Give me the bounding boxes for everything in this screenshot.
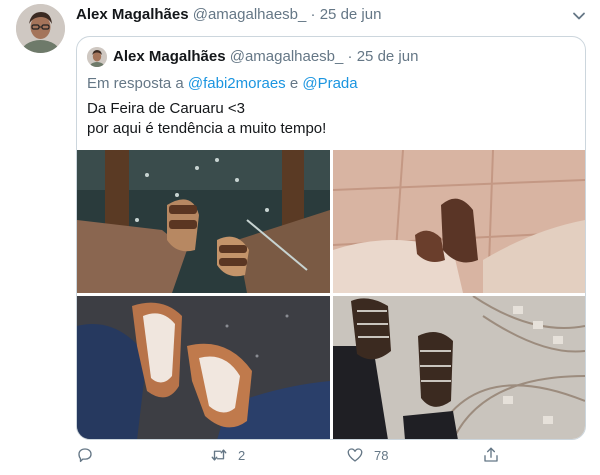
share-icon: [484, 447, 498, 462]
quoted-author-name: Alex Magalhães: [113, 48, 226, 65]
retweet-count: 2: [238, 447, 246, 463]
quoted-date: 25 de jun: [356, 48, 419, 65]
media-photo[interactable]: [333, 296, 585, 439]
reply-conjunction: e: [289, 75, 299, 92]
retweet-icon: [211, 449, 227, 461]
quoted-author-handle: @amagalhaesb_: [229, 48, 344, 65]
author-name[interactable]: Alex Magalhães: [76, 6, 189, 23]
quoted-header: Alex Magalhães @amagalhaesb_ · 25 de jun: [113, 48, 418, 65]
quoted-text-line: por aqui é tendência a muito tempo!: [87, 120, 327, 137]
media-grid: [77, 150, 585, 439]
author-handle[interactable]: @amagalhaesb_: [193, 6, 307, 23]
quoted-separator: ·: [347, 48, 353, 65]
quoted-tweet[interactable]: Alex Magalhães @amagalhaesb_ · 25 de jun…: [76, 36, 586, 440]
reply-user-link[interactable]: @Prada: [302, 75, 357, 92]
quoted-text-line: Da Feira de Caruaru <3: [87, 100, 245, 117]
tweet-date[interactable]: 25 de jun: [320, 6, 382, 23]
header-separator: ·: [310, 6, 316, 23]
media-photo[interactable]: [77, 296, 330, 439]
tweet-header: Alex Magalhães @amagalhaesb_ · 25 de jun: [76, 6, 381, 23]
quoted-author-avatar: [87, 47, 107, 67]
quoted-text: Da Feira de Caruaru <3 por aqui é tendên…: [87, 99, 326, 139]
author-avatar[interactable]: [16, 4, 65, 53]
reply-prefix: Em resposta a: [87, 75, 184, 92]
tweet-actions: 2 78: [76, 446, 516, 468]
media-photo[interactable]: [333, 150, 585, 293]
share-button[interactable]: [482, 446, 500, 464]
reply-context: Em resposta a @fabi2moraes e @Prada: [87, 75, 358, 92]
heart-icon: [347, 448, 363, 462]
reply-button[interactable]: [76, 446, 104, 464]
chevron-down-icon[interactable]: [571, 8, 587, 24]
reply-icon: [78, 448, 92, 463]
media-photo[interactable]: [77, 150, 330, 293]
like-count: 78: [374, 447, 389, 463]
tweet[interactable]: Alex Magalhães @amagalhaesb_ · 25 de jun…: [0, 0, 600, 475]
reply-user-link[interactable]: @fabi2moraes: [188, 75, 286, 92]
retweet-button[interactable]: 2: [210, 446, 245, 464]
like-button[interactable]: 78: [346, 446, 388, 464]
